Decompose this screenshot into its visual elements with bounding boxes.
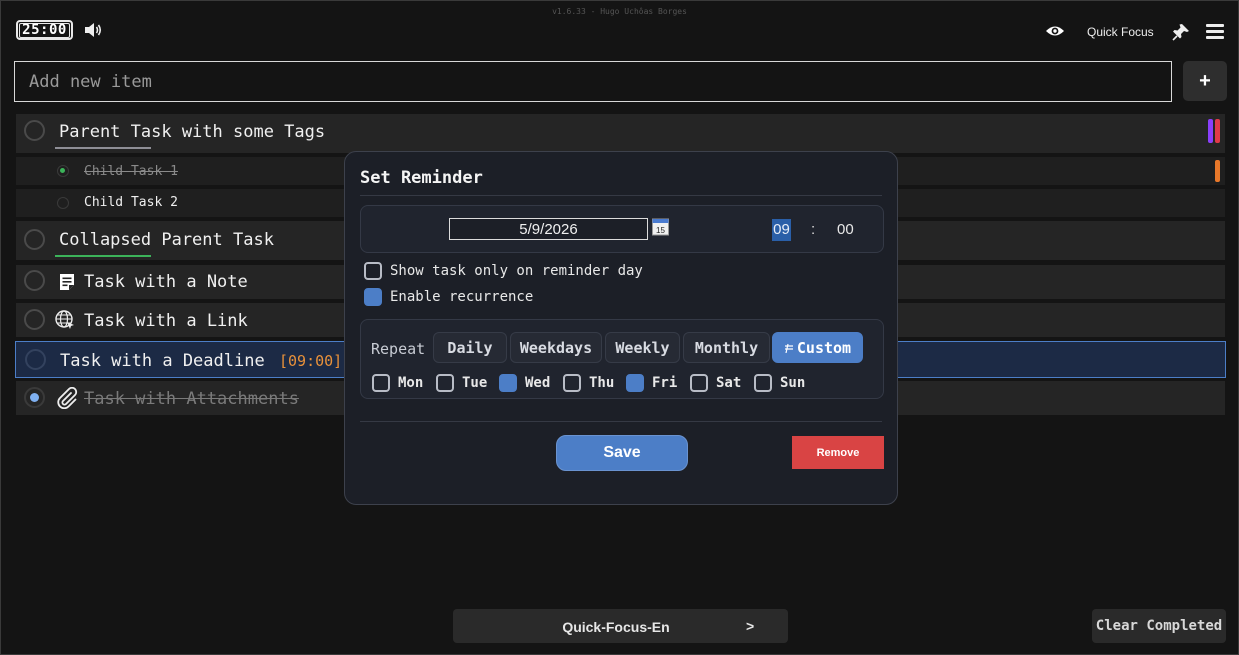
hamburger-menu-icon[interactable]: [1206, 24, 1224, 40]
repeat-daily-button[interactable]: Daily: [433, 332, 507, 363]
repeat-custom-label: Custom: [796, 338, 852, 357]
day-tue-label: Tue: [462, 375, 488, 391]
divider: [360, 421, 882, 422]
task-checkbox[interactable]: [24, 309, 45, 330]
day-fri-label: Fri: [652, 375, 678, 391]
quick-focus-select[interactable]: Quick-Focus-En >: [453, 609, 788, 643]
day-wed-label: Wed: [525, 375, 551, 391]
task-label: Task with a Note: [84, 272, 248, 292]
date-time-panel: 15 09 : 00: [360, 205, 884, 253]
show-only-on-day-label: Show task only on reminder day: [390, 263, 643, 279]
day-fri-checkbox[interactable]: [626, 374, 644, 392]
tag-color-bar: [1208, 119, 1213, 143]
day-mon-label: Mon: [398, 375, 424, 391]
task-label: Collapsed Parent Task: [59, 230, 274, 250]
task-label: Parent Task with some Tags: [59, 122, 326, 142]
day-sat-label: Sat: [716, 375, 742, 391]
custom-icon: [784, 343, 793, 353]
globe-icon[interactable]: [54, 309, 76, 331]
collapsed-indicator: [55, 255, 151, 257]
repeat-custom-button[interactable]: Custom: [772, 332, 863, 363]
minute-field[interactable]: 00: [837, 221, 854, 238]
timer-display: 25:00: [19, 22, 70, 38]
add-item-input[interactable]: [14, 61, 1172, 102]
tag-color-bar: [1215, 119, 1220, 143]
day-mon-checkbox[interactable]: [372, 374, 390, 392]
task-label: Task with a Deadline: [60, 351, 265, 371]
task-checkbox[interactable]: [25, 349, 46, 370]
set-reminder-dialog: Set Reminder 15 09 : 00 Show task only o…: [344, 151, 898, 505]
day-wed-checkbox[interactable]: [499, 374, 517, 392]
day-sun-checkbox[interactable]: [754, 374, 772, 392]
task-label: Task with a Link: [84, 311, 248, 331]
task-label: Child Task 2: [84, 195, 178, 210]
repeat-monthly-button[interactable]: Monthly: [683, 332, 770, 363]
day-tue-checkbox[interactable]: [436, 374, 454, 392]
paperclip-icon[interactable]: [56, 387, 78, 409]
task-checkbox[interactable]: [57, 197, 69, 209]
repeat-weekdays-button[interactable]: Weekdays: [510, 332, 602, 363]
day-thu-label: Thu: [589, 375, 615, 391]
save-button[interactable]: Save: [556, 435, 688, 471]
task-label: Task with Attachments: [84, 389, 299, 409]
hour-field[interactable]: 09: [772, 219, 791, 241]
task-label: Child Task 1: [84, 164, 178, 179]
enable-recurrence-label: Enable recurrence: [390, 289, 534, 305]
repeat-label: Repeat: [371, 340, 426, 358]
pomodoro-timer[interactable]: 25:00: [16, 20, 73, 40]
dialog-title: Set Reminder: [360, 168, 483, 188]
show-only-on-day-checkbox[interactable]: [364, 262, 382, 280]
tag-underline: [55, 147, 151, 149]
pin-icon[interactable]: [1172, 23, 1190, 41]
eye-icon[interactable]: [1045, 23, 1065, 39]
calendar-icon[interactable]: 15: [652, 218, 669, 236]
task-row[interactable]: Parent Task with some Tags: [16, 114, 1225, 153]
task-checkbox[interactable]: [24, 387, 45, 408]
divider: [360, 195, 882, 196]
repeat-weekly-button[interactable]: Weekly: [605, 332, 680, 363]
deadline-badge: [09:00]: [279, 352, 343, 370]
date-input[interactable]: [449, 218, 648, 240]
recurrence-panel: Repeat Daily Weekdays Weekly Monthly Cus…: [360, 319, 884, 399]
task-checkbox[interactable]: [24, 270, 45, 291]
task-checkbox[interactable]: [57, 165, 69, 177]
task-checkbox[interactable]: [24, 120, 45, 141]
tag-color-bar: [1215, 160, 1220, 182]
add-item-button[interactable]: +: [1183, 61, 1227, 101]
enable-recurrence-checkbox[interactable]: [364, 288, 382, 306]
quick-focus-value: Quick-Focus-En: [562, 619, 670, 635]
day-thu-checkbox[interactable]: [563, 374, 581, 392]
version-label: v1.6.33 - Hugo Uchôas Borges: [552, 7, 687, 16]
note-icon[interactable]: [58, 273, 76, 291]
clear-completed-button[interactable]: Clear Completed: [1092, 609, 1226, 643]
day-sat-checkbox[interactable]: [690, 374, 708, 392]
day-sun-label: Sun: [780, 375, 806, 391]
svg-text:15: 15: [656, 226, 665, 235]
speaker-icon[interactable]: [83, 21, 103, 39]
top-bar: 25:00 v1.6.33 - Hugo Uchôas Borges Quick…: [1, 1, 1238, 59]
quick-focus-button[interactable]: Quick Focus: [1087, 25, 1154, 39]
time-separator: :: [811, 221, 816, 238]
task-checkbox[interactable]: [24, 229, 45, 250]
chevron-right-icon: >: [746, 618, 755, 634]
remove-button[interactable]: Remove: [792, 436, 884, 469]
